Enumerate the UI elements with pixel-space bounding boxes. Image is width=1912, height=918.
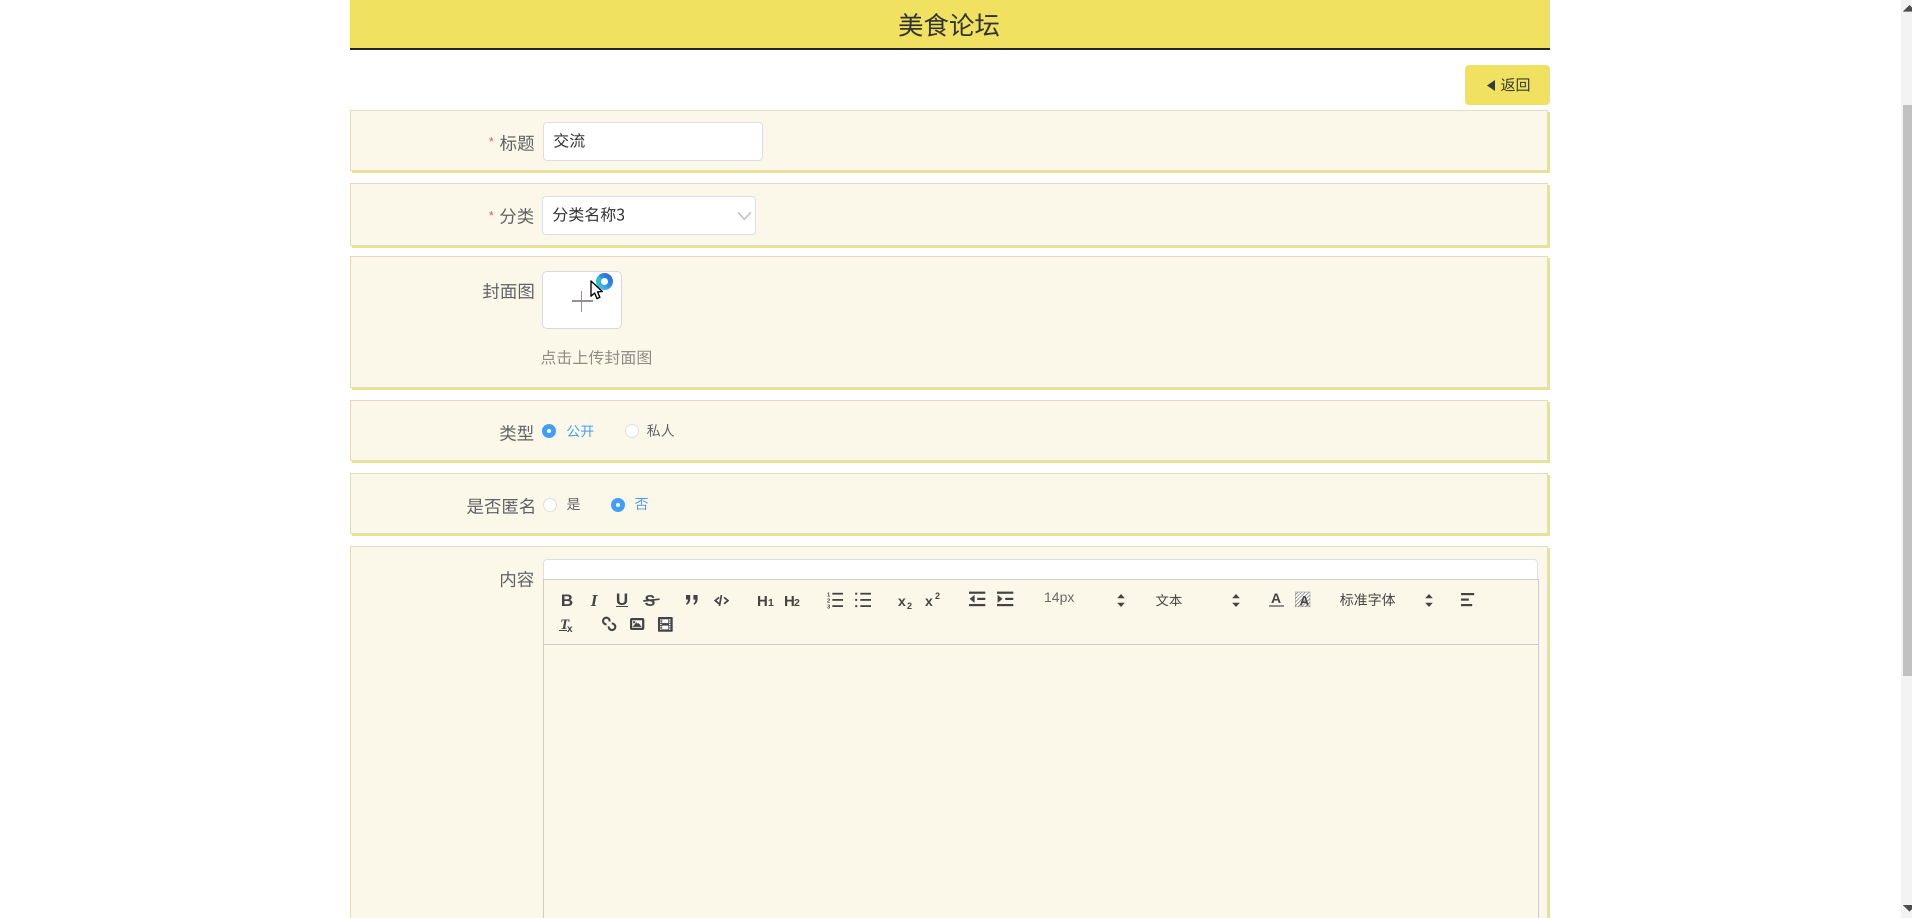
svg-text:x: x — [925, 593, 933, 609]
svg-text:14px: 14px — [1044, 589, 1074, 605]
svg-text:2: 2 — [794, 597, 800, 609]
svg-text:x: x — [567, 624, 573, 635]
svg-text:2: 2 — [907, 601, 912, 611]
svg-text:B: B — [560, 591, 572, 610]
svg-text:x: x — [898, 593, 906, 609]
svg-text:1: 1 — [768, 597, 774, 609]
svg-text:A: A — [1299, 594, 1309, 608]
svg-text:H: H — [784, 593, 795, 610]
svg-text:A: A — [1271, 590, 1281, 606]
svg-text:2: 2 — [827, 598, 830, 604]
svg-text:3: 3 — [827, 604, 831, 608]
svg-text:2: 2 — [935, 591, 940, 601]
svg-text:H: H — [757, 593, 768, 610]
svg-text:1: 1 — [827, 592, 831, 598]
